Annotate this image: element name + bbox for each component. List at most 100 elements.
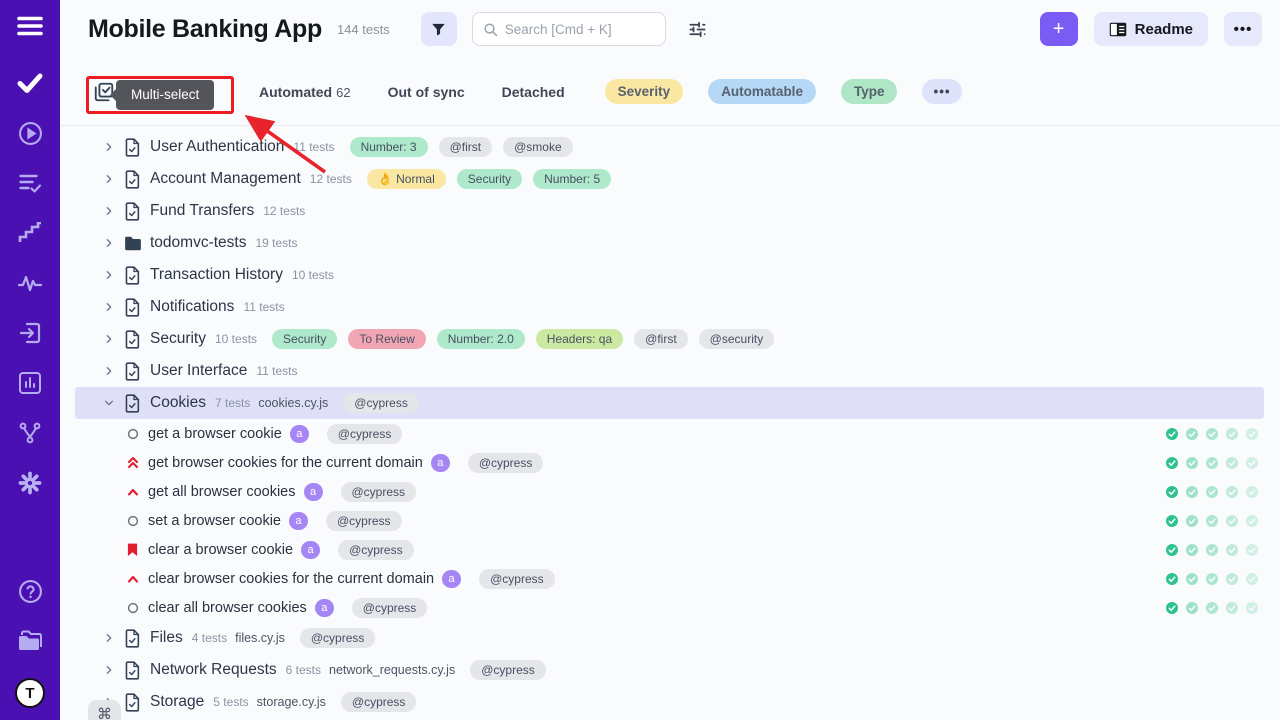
- add-button[interactable]: +: [1040, 12, 1078, 46]
- projects-icon[interactable]: [17, 628, 43, 654]
- suite-row[interactable]: Storage5 testsstorage.cy.js@cypress: [60, 686, 1280, 718]
- filter-detached[interactable]: Detached: [502, 84, 565, 100]
- settings-gear-icon[interactable]: [17, 470, 43, 496]
- row-title[interactable]: Account Management: [150, 170, 301, 188]
- tests-icon[interactable]: [17, 70, 43, 96]
- row-title[interactable]: get browser cookies for the current doma…: [148, 455, 423, 471]
- tag-badge[interactable]: 👌 Normal: [367, 169, 446, 189]
- test-row[interactable]: get all browser cookiesa@cypress: [60, 477, 1280, 506]
- tag-badge[interactable]: Number: 2.0: [437, 329, 525, 349]
- row-title[interactable]: User Authentication: [150, 138, 284, 156]
- row-title[interactable]: clear a browser cookie: [148, 542, 293, 558]
- chevron-down-icon[interactable]: [104, 398, 122, 408]
- row-title[interactable]: Cookies: [150, 394, 206, 412]
- row-title[interactable]: Files: [150, 629, 183, 647]
- test-row[interactable]: set a browser cookiea@cypress: [60, 506, 1280, 535]
- branches-icon[interactable]: [17, 420, 43, 446]
- search-box[interactable]: [472, 12, 666, 46]
- test-row[interactable]: clear a browser cookiea@cypress: [60, 535, 1280, 564]
- row-title[interactable]: Fund Transfers: [150, 202, 254, 220]
- runs-icon[interactable]: [17, 120, 43, 146]
- analytics-icon[interactable]: [17, 270, 43, 296]
- tag-badge[interactable]: Security: [272, 329, 337, 349]
- tag-badge[interactable]: Number: 3: [350, 137, 428, 157]
- chevron-right-icon[interactable]: [104, 206, 122, 216]
- tag-badge[interactable]: @cypress: [352, 598, 428, 618]
- adjustments-icon[interactable]: [688, 20, 707, 39]
- tag-badge[interactable]: @first: [634, 329, 688, 349]
- suite-row[interactable]: Account Management12 tests👌 NormalSecuri…: [60, 163, 1280, 195]
- row-title[interactable]: Transaction History: [150, 266, 283, 284]
- suite-row[interactable]: Fund Transfers12 tests: [60, 195, 1280, 227]
- tag-badge[interactable]: @cypress: [343, 393, 419, 413]
- suite-row[interactable]: todomvc-tests19 tests: [60, 227, 1280, 259]
- row-title[interactable]: Network Requests: [150, 661, 277, 679]
- steps-icon[interactable]: [17, 220, 43, 246]
- row-title[interactable]: Security: [150, 330, 206, 348]
- test-row[interactable]: clear browser cookies for the current do…: [60, 564, 1280, 593]
- suite-row[interactable]: Cookies7 testscookies.cy.js@cypress: [75, 387, 1264, 419]
- row-title[interactable]: User Interface: [150, 362, 247, 380]
- suite-row[interactable]: Transaction History10 tests: [60, 259, 1280, 291]
- tag-badge[interactable]: @smoke: [503, 137, 573, 157]
- row-title[interactable]: todomvc-tests: [150, 234, 246, 252]
- tag-badge[interactable]: To Review: [348, 329, 425, 349]
- suite-row[interactable]: User Interface11 tests: [60, 355, 1280, 387]
- tag-badge[interactable]: @cypress: [470, 660, 546, 680]
- tag-badge[interactable]: @cypress: [300, 628, 376, 648]
- test-row[interactable]: get browser cookies for the current doma…: [60, 448, 1280, 477]
- chevron-right-icon[interactable]: [104, 334, 122, 344]
- row-title[interactable]: Storage: [150, 693, 204, 711]
- row-title[interactable]: get all browser cookies: [148, 484, 296, 500]
- filter-out-of-sync[interactable]: Out of sync: [388, 84, 465, 100]
- menu-icon[interactable]: [17, 13, 43, 39]
- tag-badge[interactable]: Headers: qa: [536, 329, 623, 349]
- chevron-right-icon[interactable]: [104, 665, 122, 675]
- suite-row[interactable]: Files4 testsfiles.cy.js@cypress: [60, 622, 1280, 654]
- chip-severity[interactable]: Severity: [605, 79, 684, 104]
- chip-automatable[interactable]: Automatable: [708, 79, 816, 104]
- header-more-button[interactable]: •••: [1224, 12, 1262, 46]
- tag-badge[interactable]: @security: [699, 329, 775, 349]
- chevron-right-icon[interactable]: [104, 174, 122, 184]
- row-title[interactable]: get a browser cookie: [148, 426, 282, 442]
- tag-badge[interactable]: @first: [439, 137, 493, 157]
- chevron-right-icon[interactable]: [104, 302, 122, 312]
- import-icon[interactable]: [17, 320, 43, 346]
- suite-row[interactable]: Notifications11 tests: [60, 291, 1280, 323]
- chips-more-button[interactable]: •••: [922, 79, 961, 104]
- reports-icon[interactable]: [17, 370, 43, 396]
- tag-badge[interactable]: @cypress: [468, 453, 544, 473]
- test-row[interactable]: clear all browser cookiesa@cypress: [60, 593, 1280, 622]
- test-row[interactable]: get a browser cookiea@cypress: [60, 419, 1280, 448]
- chevron-right-icon[interactable]: [104, 633, 122, 643]
- row-title[interactable]: set a browser cookie: [148, 513, 281, 529]
- tag-badge[interactable]: @cypress: [326, 511, 402, 531]
- tag-badge[interactable]: @cypress: [341, 482, 417, 502]
- suite-row[interactable]: User Authentication11 testsNumber: 3@fir…: [60, 131, 1280, 163]
- suite-row[interactable]: Network Requests6 testsnetwork_requests.…: [60, 654, 1280, 686]
- tag-badge[interactable]: @cypress: [327, 424, 403, 444]
- row-title[interactable]: Notifications: [150, 298, 234, 316]
- row-title[interactable]: clear browser cookies for the current do…: [148, 571, 434, 587]
- filter-button[interactable]: [421, 12, 457, 46]
- search-input[interactable]: [505, 22, 655, 37]
- readme-button[interactable]: Readme: [1094, 12, 1208, 46]
- suite-row[interactable]: Security10 testsSecurityTo ReviewNumber:…: [60, 323, 1280, 355]
- testomat-logo[interactable]: T: [15, 678, 45, 708]
- chevron-right-icon[interactable]: [104, 142, 122, 152]
- tag-badge[interactable]: @cypress: [341, 692, 417, 712]
- row-title[interactable]: clear all browser cookies: [148, 600, 307, 616]
- test-plans-icon[interactable]: [17, 170, 43, 196]
- tag-badge[interactable]: @cypress: [479, 569, 555, 589]
- chevron-right-icon[interactable]: [104, 270, 122, 280]
- tag-badge[interactable]: Number: 5: [533, 169, 611, 189]
- chevron-right-icon[interactable]: [104, 366, 122, 376]
- chevron-right-icon[interactable]: [104, 238, 122, 248]
- tag-badge[interactable]: @cypress: [338, 540, 414, 560]
- tag-badge[interactable]: Security: [457, 169, 522, 189]
- multi-select-icon[interactable]: [93, 81, 117, 103]
- filter-automated[interactable]: Automated62: [259, 84, 351, 100]
- chip-type[interactable]: Type: [841, 79, 898, 104]
- help-icon[interactable]: [17, 578, 43, 604]
